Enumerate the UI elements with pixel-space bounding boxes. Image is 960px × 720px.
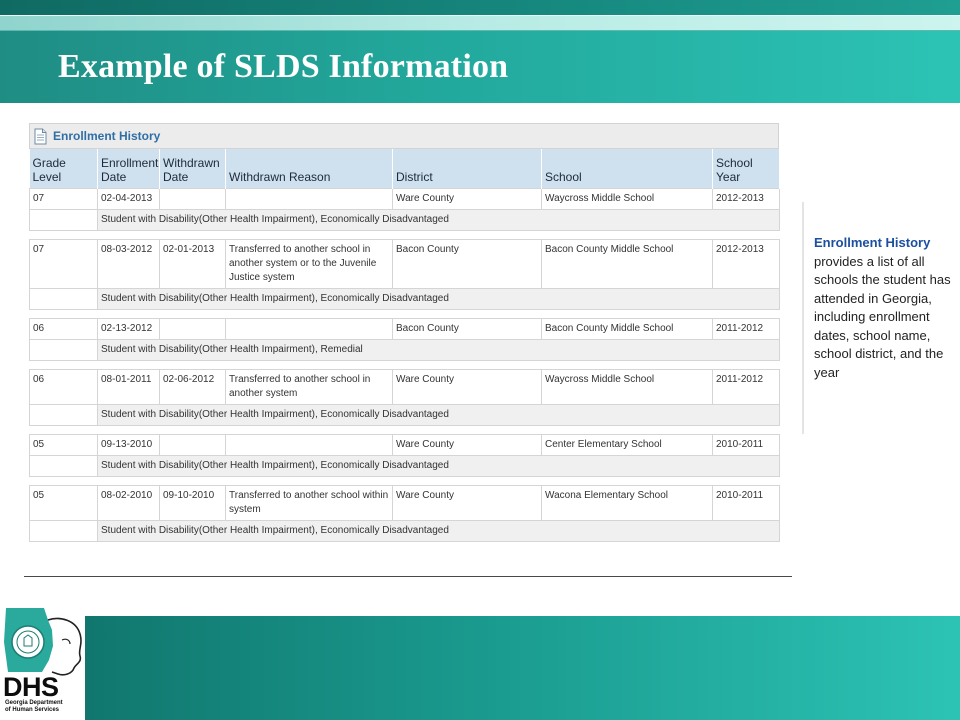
bottom-divider <box>24 576 792 577</box>
table-subrow: Student with Disability(Other Health Imp… <box>29 208 780 231</box>
withdrawn-reason-cell <box>225 187 393 210</box>
footer-band <box>0 616 960 720</box>
enrollment-date-cell: 08-02-2010 <box>97 484 160 521</box>
school-year-cell: 2010-2011 <box>712 433 780 456</box>
district-cell: Ware County <box>392 484 542 521</box>
enrollment-table: Grade Level Enrollment Date Withdrawn Da… <box>29 149 780 542</box>
district-cell: Ware County <box>392 433 542 456</box>
slide-title: Example of SLDS Information <box>58 48 509 85</box>
school-cell: Bacon County Middle School <box>541 238 713 289</box>
district-cell: Ware County <box>392 187 542 210</box>
district-cell: Bacon County <box>392 238 542 289</box>
district-cell: Bacon County <box>392 317 542 340</box>
column-header-school: School <box>541 149 713 188</box>
enrollment-date-cell: 09-13-2010 <box>97 433 160 456</box>
enrollment-date-cell: 02-04-2013 <box>97 187 160 210</box>
withdrawn-reason-cell: Transferred to another school in another… <box>225 368 393 405</box>
table-row: 06 08-01-2011 02-06-2012 Transferred to … <box>29 368 780 405</box>
enrollment-date-cell: 08-01-2011 <box>97 368 160 405</box>
withdrawn-reason-cell: Transferred to another school in another… <box>225 238 393 289</box>
school-year-cell: 2011-2012 <box>712 317 780 340</box>
row-gap <box>29 309 780 318</box>
header-dark-stripe <box>0 0 960 15</box>
header-light-stripe <box>0 15 960 31</box>
school-year-cell: 2012-2013 <box>712 238 780 289</box>
program-notes-cell: Student with Disability(Other Health Imp… <box>97 519 780 542</box>
row-gap <box>29 425 780 434</box>
school-cell: Center Elementary School <box>541 433 713 456</box>
panel-header: Enrollment History <box>29 123 779 149</box>
withdrawn-date-cell: 02-06-2012 <box>159 368 226 405</box>
table-row: 07 02-04-2013 Ware County Waycross Middl… <box>29 187 780 210</box>
table-subrow: Student with Disability(Other Health Imp… <box>29 403 780 426</box>
subrow-spacer <box>29 287 98 310</box>
side-rule <box>802 202 804 434</box>
column-header-withdrawn-reason: Withdrawn Reason <box>225 149 393 188</box>
program-notes-cell: Student with Disability(Other Health Imp… <box>97 403 780 426</box>
table-header-row: Grade Level Enrollment Date Withdrawn Da… <box>29 149 780 188</box>
table-subrow: Student with Disability(Other Health Imp… <box>29 338 780 361</box>
subrow-spacer <box>29 403 98 426</box>
table-subrow: Student with Disability(Other Health Imp… <box>29 287 780 310</box>
enrollment-history-panel: Enrollment History Grade Level Enrollmen… <box>29 123 780 542</box>
program-notes-cell: Student with Disability(Other Health Imp… <box>97 287 780 310</box>
district-cell: Ware County <box>392 368 542 405</box>
withdrawn-reason-cell: Transferred to another school within sys… <box>225 484 393 521</box>
dhs-wordmark: DHS <box>3 672 59 702</box>
table-subrow: Student with Disability(Other Health Imp… <box>29 454 780 477</box>
subrow-spacer <box>29 454 98 477</box>
withdrawn-reason-cell <box>225 317 393 340</box>
grade-cell: 07 <box>29 187 98 210</box>
school-year-cell: 2011-2012 <box>712 368 780 405</box>
withdrawn-date-cell: 02-01-2013 <box>159 238 226 289</box>
table-subrow: Student with Disability(Other Health Imp… <box>29 519 780 542</box>
subrow-spacer <box>29 208 98 231</box>
table-row: 07 08-03-2012 02-01-2013 Transferred to … <box>29 238 780 289</box>
school-cell: Bacon County Middle School <box>541 317 713 340</box>
side-note-highlight: Enrollment History <box>814 235 931 250</box>
school-year-cell: 2010-2011 <box>712 484 780 521</box>
school-cell: Wacona Elementary School <box>541 484 713 521</box>
school-cell: Waycross Middle School <box>541 368 713 405</box>
grade-cell: 06 <box>29 368 98 405</box>
subrow-spacer <box>29 519 98 542</box>
grade-cell: 06 <box>29 317 98 340</box>
program-notes-cell: Student with Disability(Other Health Imp… <box>97 208 780 231</box>
withdrawn-date-cell <box>159 187 226 210</box>
table-row: 05 08-02-2010 09-10-2010 Transferred to … <box>29 484 780 521</box>
school-year-cell: 2012-2013 <box>712 187 780 210</box>
withdrawn-reason-cell <box>225 433 393 456</box>
side-note: Enrollment History provides a list of al… <box>814 234 954 382</box>
row-gap <box>29 230 780 239</box>
row-gap <box>29 476 780 485</box>
program-notes-cell: Student with Disability(Other Health Imp… <box>97 338 780 361</box>
side-note-text: provides a list of all schools the stude… <box>814 253 951 380</box>
column-header-district: District <box>392 149 542 188</box>
panel-title[interactable]: Enrollment History <box>53 129 160 143</box>
dhs-subtitle: Georgia Department of Human Services <box>5 700 63 713</box>
enrollment-date-cell: 02-13-2012 <box>97 317 160 340</box>
subrow-spacer <box>29 338 98 361</box>
document-icon <box>34 128 47 145</box>
grade-cell: 07 <box>29 238 98 289</box>
withdrawn-date-cell: 09-10-2010 <box>159 484 226 521</box>
row-gap <box>29 360 780 369</box>
school-cell: Waycross Middle School <box>541 187 713 210</box>
column-header-grade-level: Grade Level <box>29 149 98 188</box>
withdrawn-date-cell <box>159 317 226 340</box>
column-header-school-year: School Year <box>712 149 780 188</box>
column-header-enrollment-date: Enrollment Date <box>97 149 160 188</box>
table-row: 05 09-13-2010 Ware County Center Element… <box>29 433 780 456</box>
grade-cell: 05 <box>29 433 98 456</box>
grade-cell: 05 <box>29 484 98 521</box>
table-row: 06 02-13-2012 Bacon County Bacon County … <box>29 317 780 340</box>
enrollment-date-cell: 08-03-2012 <box>97 238 160 289</box>
withdrawn-date-cell <box>159 433 226 456</box>
program-notes-cell: Student with Disability(Other Health Imp… <box>97 454 780 477</box>
column-header-withdrawn-date: Withdrawn Date <box>159 149 226 188</box>
